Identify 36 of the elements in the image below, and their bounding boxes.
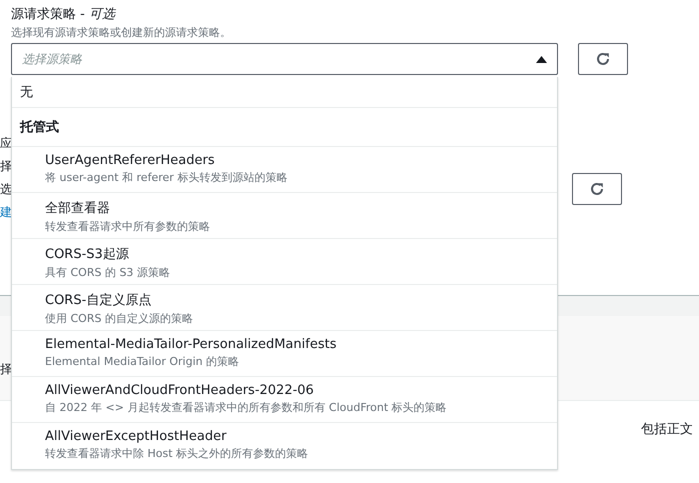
label-text: 应: [0, 135, 13, 152]
option-label: 包括正文: [641, 421, 693, 438]
refresh-button[interactable]: [578, 43, 628, 75]
policy-description: 具有 CORS 的 S3 源策略: [45, 265, 170, 280]
policy-option[interactable]: AllViewerExceptHostHeader 转发查看器请求中除 Host 标头之外的所有参数的策略: [12, 423, 557, 469]
policy-name: Elemental-MediaTailor-PersonalizedManifests: [45, 337, 336, 352]
policy-option[interactable]: 全部查看器 转发查看器请求中所有参数的策略: [12, 193, 557, 239]
policy-option[interactable]: AllViewerAndCloudFrontHeaders-2022-06 自 2022 年 <> 月起转发查看器请求中的所有参数和所有 CloudFront 标头的策略: [12, 377, 557, 423]
policy-option[interactable]: Elemental-MediaTailor-PersonalizedManifests Elemental MediaTailor Origin 的策略: [12, 331, 557, 377]
field-description: 选择现有源请求策略或创建新的源请求策略。: [11, 25, 231, 40]
policy-description: Elemental MediaTailor Origin 的策略: [45, 354, 240, 369]
refresh-icon: [595, 51, 611, 67]
group-header: 托管式: [12, 108, 557, 147]
policy-description: 使用 CORS 的自定义源的策略: [45, 311, 193, 326]
policy-name: CORS-S3起源: [45, 246, 129, 263]
refresh-button[interactable]: [572, 173, 622, 205]
label-text: 择: [0, 158, 13, 175]
policy-description: 自 2022 年 <> 月起转发查看器请求中的所有参数和所有 CloudFront 标头的策略: [45, 400, 447, 415]
field-label: 源请求策略 - 可选: [11, 6, 115, 23]
refresh-icon: [589, 181, 605, 197]
policy-option[interactable]: CORS-S3起源 具有 CORS 的 S3 源策略: [12, 239, 557, 285]
policy-name: AllViewerExceptHostHeader: [45, 429, 226, 444]
policy-description: 将 user-agent 和 referer 标头转发到源站的策略: [45, 170, 288, 185]
section-text: 择: [0, 362, 12, 376]
dropdown-option[interactable]: 无: [12, 77, 557, 108]
policy-name: UserAgentRefererHeaders: [45, 153, 215, 168]
label-text: 选: [0, 181, 13, 198]
policy-description: 转发查看器请求中所有参数的策略: [45, 219, 210, 234]
policy-name: CORS-自定义原点: [45, 292, 152, 309]
policy-name: 全部查看器: [45, 200, 110, 217]
policy-option[interactable]: CORS-自定义原点 使用 CORS 的自定义源的策略: [12, 285, 557, 331]
policy-description: 转发查看器请求中除 Host 标头之外的所有参数的策略: [45, 446, 308, 461]
policy-option[interactable]: UserAgentRefererHeaders 将 user-agent 和 referer 标头转发到源站的策略: [12, 147, 557, 193]
caret-icon: [536, 56, 547, 62]
policy-name: AllViewerAndCloudFrontHeaders-2022-06: [45, 383, 314, 398]
create-link[interactable]: 建: [0, 204, 14, 221]
